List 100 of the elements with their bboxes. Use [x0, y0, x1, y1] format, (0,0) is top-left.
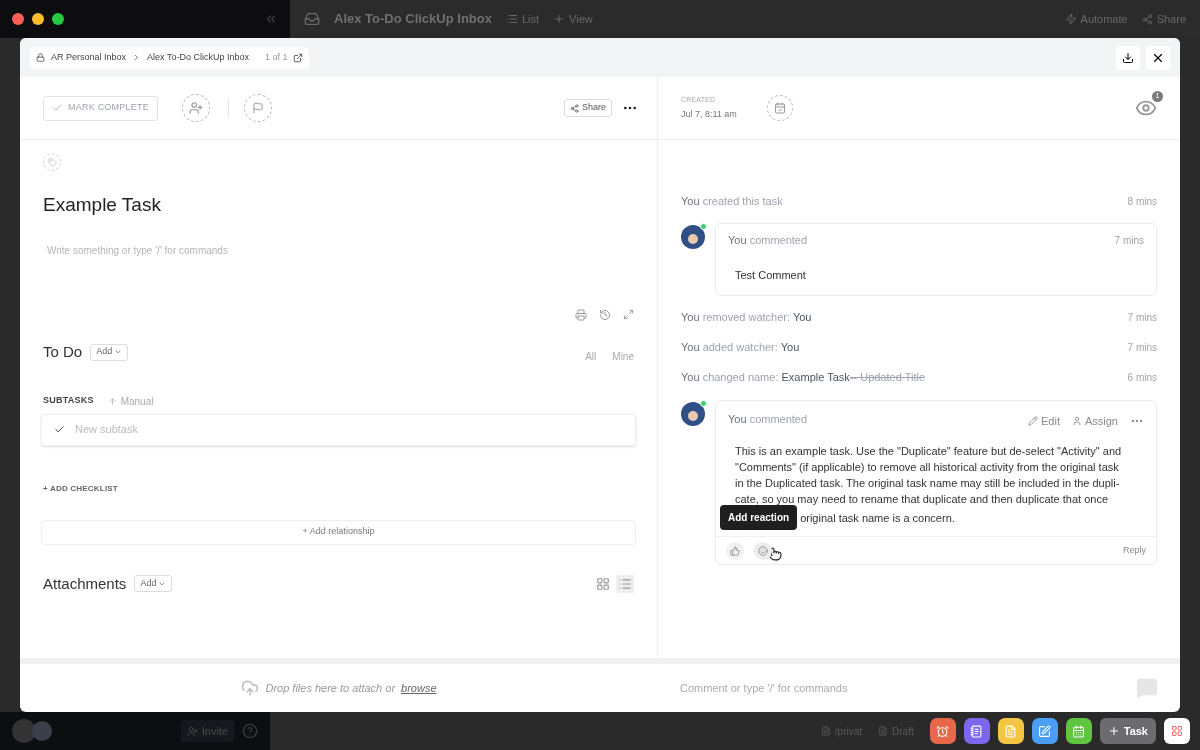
close-window-icon[interactable] [12, 13, 24, 25]
comment-author: You commented [728, 233, 808, 248]
description-field[interactable]: Write something or type '/' for commands [47, 242, 634, 309]
print-icon[interactable] [575, 308, 587, 321]
share-button[interactable]: Share [1141, 10, 1186, 28]
comment-action-link[interactable]: Edit [1028, 412, 1060, 429]
attachments-heading: Attachments [43, 573, 127, 594]
smiley-icon [758, 545, 768, 556]
arrow-up-icon [107, 396, 117, 406]
add-dropdown[interactable]: Add [134, 575, 173, 593]
page-title: Alex To-Do ClickUp Inbox [334, 10, 492, 29]
add-person-icon [188, 101, 203, 115]
activity-text: You added watcher: You [681, 340, 800, 356]
comment-action-link[interactable]: Assign [1071, 412, 1118, 429]
activity-time: 8 mins [1127, 194, 1157, 209]
avatar-icon [681, 401, 705, 426]
activity-text: You removed watcher: You [681, 310, 812, 326]
comment-time: 7 mins [1114, 233, 1144, 248]
list-view-tab[interactable]: List [505, 10, 540, 28]
inbox-icon [304, 11, 320, 27]
flag-icon [251, 102, 264, 114]
new-task-button[interactable]: Task [1099, 718, 1156, 744]
tooltip: Add reaction [720, 505, 798, 530]
hand-cursor-icon [768, 546, 782, 561]
pencil-icon [1028, 415, 1038, 426]
breadcrumb-link[interactable]: AR Personal Inbox [51, 50, 127, 65]
calendar-app-button[interactable] [1065, 718, 1092, 744]
lock-icon [36, 53, 45, 62]
alarm-app-button[interactable] [929, 718, 956, 744]
mark-complete-button[interactable]: MARK COMPLETE [43, 95, 158, 121]
grid-icon [1171, 725, 1183, 737]
doc-icon [1004, 724, 1018, 738]
caret-icon [114, 348, 123, 356]
grid-icon [596, 576, 610, 591]
close-button[interactable] [1146, 45, 1170, 70]
comment-author: You commented [728, 411, 808, 427]
edit-icon [1038, 724, 1052, 738]
share-icon [569, 103, 579, 113]
add-dropdown[interactable]: Add [90, 343, 129, 361]
plus-icon [553, 13, 566, 25]
page-counter: 1 of 1 [264, 50, 288, 64]
upload-cloud-icon [241, 679, 260, 697]
list-icon [505, 13, 518, 25]
apps-grid-button[interactable] [1164, 718, 1190, 744]
activity-time: 6 mins [1127, 371, 1157, 385]
avatar-icon [681, 225, 705, 249]
activity-text: You created this task [681, 193, 783, 209]
automate-button[interactable]: Automate [1064, 10, 1128, 28]
calendar-icon [1072, 724, 1086, 738]
add-checklist-link[interactable]: + ADD CHECKLIST [43, 482, 634, 495]
expand-icon[interactable] [623, 308, 634, 320]
open-icon[interactable] [293, 52, 304, 63]
filter-tab[interactable]: All [585, 348, 597, 364]
thumbs-up-icon [730, 545, 740, 556]
sort-button[interactable]: Manual [107, 393, 154, 409]
comment-input[interactable]: Comment or type '/' for commands [680, 679, 1136, 697]
notes-app-button[interactable] [963, 718, 990, 744]
subtasks-label: SUBTASKS [43, 394, 94, 408]
add-person-icon [186, 725, 198, 737]
history-icon[interactable] [599, 308, 611, 321]
status-heading: To Do [43, 341, 83, 362]
comment-body-end: original task name is a concern. [800, 510, 955, 526]
like-button[interactable] [726, 541, 744, 560]
download-button[interactable] [1116, 45, 1140, 70]
check-icon [52, 103, 62, 113]
add-relationship-button[interactable]: + Add relationship [41, 519, 636, 545]
add-reaction-button[interactable] [754, 541, 772, 560]
help-icon[interactable] [242, 723, 258, 739]
activity-text: You changed name: Example Task-- Updated Title [681, 370, 925, 386]
breadcrumb-link[interactable]: Alex To-Do ClickUp Inbox [147, 50, 249, 65]
comment-body: Test Comment [734, 267, 807, 283]
activity-time: 7 mins [1127, 311, 1157, 325]
edit-app-button[interactable] [1031, 718, 1058, 744]
calendar-icon [773, 102, 786, 114]
maximize-window-icon[interactable] [52, 13, 64, 25]
download-icon [1122, 51, 1134, 64]
add-view-button[interactable]: View [553, 10, 593, 28]
workspace-logo-icon[interactable] [12, 719, 36, 743]
document-icon [878, 726, 889, 736]
notes-icon [970, 724, 984, 738]
reply-link[interactable]: Reply [1123, 543, 1146, 558]
activity-time: 7 mins [1127, 341, 1157, 355]
avatar-icon[interactable] [32, 721, 52, 741]
document-icon [820, 726, 831, 736]
check-icon [54, 424, 65, 435]
filter-tab[interactable]: Mine [612, 348, 634, 364]
list-view-button[interactable] [616, 574, 634, 593]
list-icon [618, 576, 632, 591]
comment-bubble-icon [1136, 677, 1158, 699]
collapse-sidebar-icon[interactable] [264, 12, 278, 26]
plus-icon [1107, 725, 1120, 737]
person-icon [1071, 415, 1082, 426]
doc-app-button[interactable] [997, 718, 1024, 744]
lightning-icon [1064, 13, 1077, 25]
task-title[interactable]: Example Task [43, 191, 634, 220]
share-icon [1141, 13, 1153, 25]
new-subtask-field[interactable]: New subtask [41, 413, 636, 446]
share-button[interactable]: Share [563, 99, 612, 117]
minimize-window-icon[interactable] [32, 13, 44, 25]
browse-link[interactable]: browse [401, 679, 437, 697]
